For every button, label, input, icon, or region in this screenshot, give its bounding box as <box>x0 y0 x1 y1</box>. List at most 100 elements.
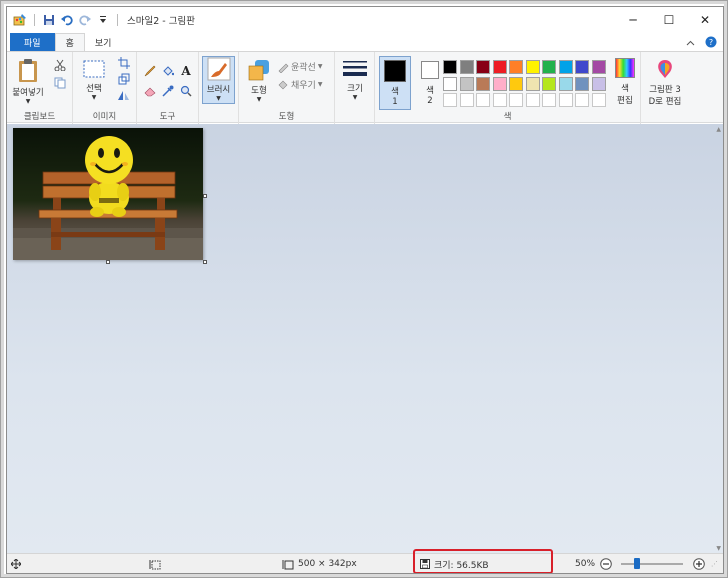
fill-icon <box>278 80 288 89</box>
scroll-up-icon[interactable]: ▲ <box>716 126 721 133</box>
palette-swatch[interactable] <box>591 60 606 74</box>
palette-swatch[interactable] <box>542 76 556 91</box>
collapse-ribbon-icon[interactable] <box>686 39 695 49</box>
resize-icon[interactable] <box>117 72 131 86</box>
scroll-down-icon[interactable]: ▼ <box>716 545 721 552</box>
outline-label: 윤곽선 <box>291 63 316 73</box>
palette-swatch[interactable] <box>509 60 523 74</box>
outline-button[interactable]: 윤곽선 ▼ <box>277 60 322 73</box>
zoom-in-icon[interactable] <box>693 554 705 573</box>
paint-app-icon <box>13 13 27 27</box>
select-label: 선택 <box>86 84 102 94</box>
palette-swatch[interactable] <box>542 93 556 107</box>
palette-swatch[interactable] <box>558 60 573 74</box>
quick-access-toolbar <box>7 7 121 33</box>
color-picker-icon[interactable] <box>161 84 175 98</box>
save-icon[interactable] <box>42 13 56 27</box>
paste-button[interactable]: 붙여넣기 ▼ <box>11 58 45 105</box>
maximize-button[interactable]: ☐ <box>651 7 687 33</box>
pencil-icon[interactable] <box>143 64 157 78</box>
palette-swatch[interactable] <box>575 76 589 91</box>
chevron-down-icon: ▼ <box>317 63 323 70</box>
magnifier-icon[interactable] <box>179 84 193 98</box>
palette-swatch[interactable] <box>459 93 474 107</box>
zoom-slider-thumb[interactable] <box>633 558 640 569</box>
tab-view[interactable]: 보기 <box>85 33 122 51</box>
fill-button[interactable]: 채우기 ▼ <box>277 78 322 91</box>
color1-label-b: 1 <box>392 97 398 107</box>
palette-swatch[interactable] <box>591 93 606 107</box>
close-button[interactable]: ✕ <box>687 7 723 33</box>
color2-button[interactable]: 색 2 <box>415 56 445 110</box>
palette-swatch[interactable] <box>509 93 523 107</box>
resize-handle-corner[interactable] <box>203 260 207 264</box>
paint-window: 스마일2 - 그림판 ─ ☐ ✕ 파일 홈 보기 ? 붙여넣기 ▼ 클립보드 선… <box>6 6 724 574</box>
customize-quick-access-icon[interactable] <box>96 13 110 27</box>
size-group: 크기 ▼ <box>335 52 375 124</box>
minimize-button[interactable]: ─ <box>615 7 651 33</box>
palette-swatch[interactable] <box>575 60 589 74</box>
help-icon[interactable]: ? <box>705 36 717 51</box>
palette-swatch[interactable] <box>492 76 507 91</box>
palette-swatch[interactable] <box>575 93 589 107</box>
colors-group: 색 1 색 2 색 편집 색 <box>375 52 641 124</box>
palette-swatch[interactable] <box>525 76 540 91</box>
rotate-icon[interactable] <box>117 88 131 102</box>
image-size-icon <box>282 559 294 569</box>
chevron-down-icon: ▼ <box>256 96 262 103</box>
resize-handle-right[interactable] <box>203 194 207 198</box>
palette-swatch[interactable] <box>443 76 457 91</box>
zoom-out-icon[interactable] <box>600 554 612 573</box>
shapes-group: 도형 ▼ 윤곽선 ▼ 채우기 ▼ 도형 <box>239 52 335 124</box>
image-group-label: 이미지 <box>92 112 117 122</box>
palette-swatch[interactable] <box>558 76 573 91</box>
palette-swatch[interactable] <box>459 76 474 91</box>
color1-button[interactable]: 색 1 <box>379 56 411 110</box>
paint3d-icon <box>658 60 672 78</box>
shapes-button[interactable]: 도형 ▼ <box>243 58 275 103</box>
eraser-icon[interactable] <box>143 84 157 98</box>
copy-icon[interactable] <box>53 76 67 90</box>
palette-swatch[interactable] <box>525 93 540 107</box>
tab-file[interactable]: 파일 <box>10 33 55 51</box>
tab-home[interactable]: 홈 <box>54 33 85 51</box>
palette-swatch[interactable] <box>476 60 490 74</box>
edit-colors-button[interactable]: 색 편집 <box>611 58 639 106</box>
cursor-position-icon <box>11 554 21 573</box>
palette-swatch[interactable] <box>443 60 457 74</box>
size-button[interactable]: 크기 ▼ <box>339 58 371 101</box>
resize-handle-bottom[interactable] <box>106 260 110 264</box>
color2-label-b: 2 <box>427 96 433 106</box>
palette-swatch[interactable] <box>558 93 573 107</box>
palette-swatch[interactable] <box>492 93 507 107</box>
palette-swatch[interactable] <box>509 76 523 91</box>
smiley-bench-image <box>13 128 203 260</box>
tools-group-label: 도구 <box>159 112 176 122</box>
palette-swatch[interactable] <box>591 76 606 91</box>
edit-colors-label-b: 편집 <box>617 96 633 106</box>
crop-icon[interactable] <box>117 56 131 70</box>
palette-swatch[interactable] <box>492 60 507 74</box>
resize-grip-icon[interactable]: ⋰ <box>711 554 718 573</box>
redo-icon[interactable] <box>78 13 92 27</box>
brushes-group: 브러시 ▼ <box>199 52 239 124</box>
outline-icon <box>278 63 289 73</box>
text-tool-icon[interactable]: A <box>179 64 193 78</box>
fill-bucket-icon[interactable] <box>161 64 175 78</box>
cut-icon[interactable] <box>53 58 67 72</box>
zoom-slider-track[interactable] <box>621 563 683 565</box>
palette-swatch[interactable] <box>459 60 474 74</box>
image-canvas[interactable] <box>13 128 203 260</box>
palette-swatch[interactable] <box>476 76 490 91</box>
palette-swatch[interactable] <box>542 60 556 74</box>
select-button[interactable]: 선택 ▼ <box>77 58 111 101</box>
palette-swatch[interactable] <box>476 93 490 107</box>
edit-with-paint3d-button[interactable]: 그림판 3 D로 편집 <box>643 58 687 107</box>
brushes-button[interactable]: 브러시 ▼ <box>202 56 235 104</box>
palette-swatch[interactable] <box>525 60 540 74</box>
undo-icon[interactable] <box>60 13 74 27</box>
ribbon: 붙여넣기 ▼ 클립보드 선택 ▼ 이미지 A 도구 브러시 ▼ 도형 ▼ 윤곽선… <box>7 51 723 124</box>
palette-swatch[interactable] <box>443 93 457 107</box>
window-controls: ─ ☐ ✕ <box>615 7 723 33</box>
colors-group-label: 색 <box>503 112 512 122</box>
